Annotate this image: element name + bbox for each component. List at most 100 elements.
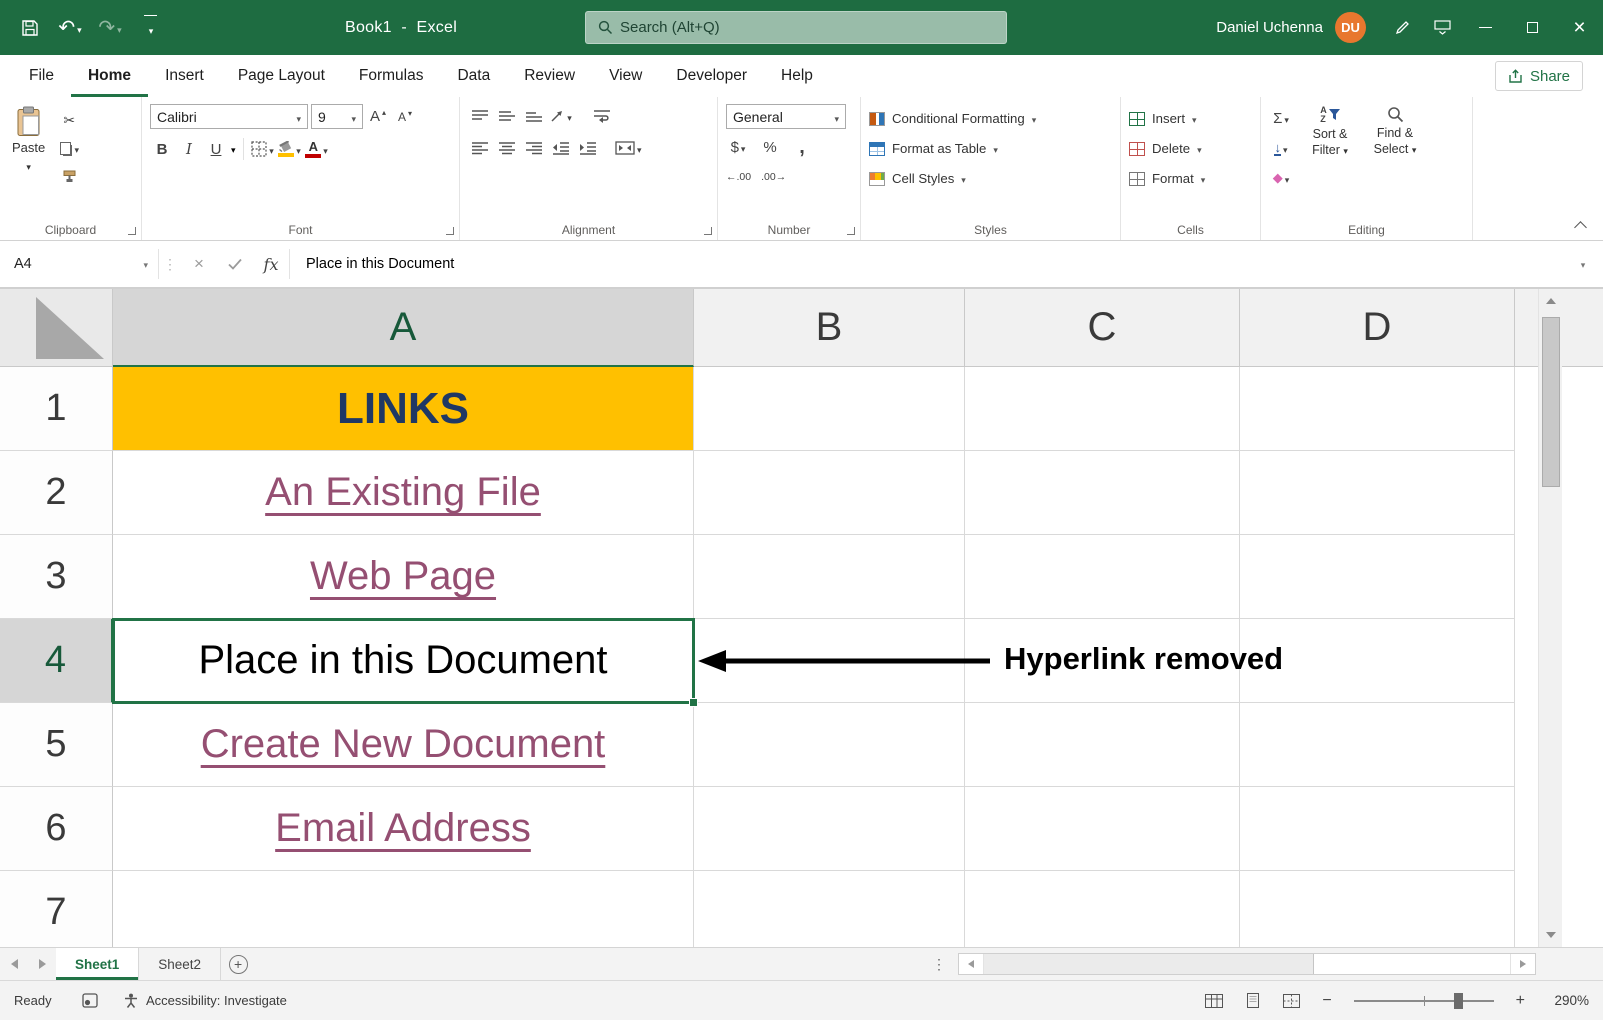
cell-D7[interactable] — [1240, 871, 1515, 947]
cell-D5[interactable] — [1240, 703, 1515, 787]
row-header-6[interactable]: 6 — [0, 787, 113, 871]
underline-dropdown[interactable] — [231, 140, 236, 158]
decrease-font-size-button[interactable]: A▾ — [393, 105, 417, 129]
italic-button[interactable]: I — [177, 137, 201, 161]
percent-style-button[interactable]: % — [758, 135, 782, 159]
clipboard-dialog-launcher[interactable] — [128, 227, 136, 235]
macro-record-button[interactable] — [82, 993, 98, 1008]
sort-filter-button[interactable]: AZ Sort & Filter — [1299, 104, 1361, 190]
font-size-select[interactable]: 9 — [311, 104, 363, 129]
cell-A4[interactable]: Place in this Document — [113, 619, 694, 703]
align-middle-button[interactable] — [495, 104, 519, 128]
cell-D3[interactable] — [1240, 535, 1515, 619]
align-center-button[interactable] — [495, 136, 519, 160]
zoom-slider[interactable] — [1354, 1000, 1494, 1002]
horizontal-scrollbar[interactable] — [958, 953, 1536, 975]
page-break-view-button[interactable] — [1283, 994, 1300, 1008]
undo-button[interactable]: ↶ — [50, 7, 90, 49]
cell-C1[interactable] — [965, 367, 1240, 451]
cell-C5[interactable] — [965, 703, 1240, 787]
cell-A7[interactable] — [113, 871, 694, 947]
cell-B6[interactable] — [694, 787, 965, 871]
ribbon-tab-insert[interactable]: Insert — [148, 55, 221, 97]
decrease-decimal-button[interactable]: .00→ — [761, 165, 786, 189]
cell-A2[interactable]: An Existing File — [113, 451, 694, 535]
redo-button[interactable]: ↷ — [90, 7, 130, 49]
copy-button[interactable] — [57, 136, 81, 160]
formula-bar-drag-handle[interactable]: ⋮ — [159, 241, 181, 287]
name-box-dropdown[interactable] — [143, 256, 148, 272]
cell-C6[interactable] — [965, 787, 1240, 871]
find-select-button[interactable]: Find & Select — [1367, 104, 1423, 190]
align-bottom-button[interactable] — [522, 104, 546, 128]
horizontal-scroll-track[interactable] — [984, 954, 1510, 974]
font-name-select[interactable]: Calibri — [150, 104, 308, 129]
bold-button[interactable]: B — [150, 137, 174, 161]
row-header-4[interactable]: 4 — [0, 619, 113, 703]
insert-function-button[interactable]: fx — [253, 241, 289, 287]
autosum-button[interactable]: Σ — [1269, 106, 1293, 130]
cell-B5[interactable] — [694, 703, 965, 787]
cell-styles-button[interactable]: Cell Styles — [869, 166, 1112, 191]
scroll-up-button[interactable] — [1539, 289, 1563, 313]
redo-dropdown[interactable] — [117, 16, 122, 39]
row-header-7[interactable]: 7 — [0, 871, 113, 947]
borders-button[interactable] — [251, 137, 275, 161]
row-header-3[interactable]: 3 — [0, 535, 113, 619]
scroll-right-button[interactable] — [1510, 954, 1535, 974]
cell-C3[interactable] — [965, 535, 1240, 619]
sheet-tab-sheet2[interactable]: Sheet2 — [139, 948, 221, 980]
row-header-2[interactable]: 2 — [0, 451, 113, 535]
ribbon-tab-data[interactable]: Data — [440, 55, 507, 97]
ribbon-tab-developer[interactable]: Developer — [659, 55, 764, 97]
align-top-button[interactable] — [468, 104, 492, 128]
clear-button[interactable]: ◆ — [1269, 166, 1293, 190]
ribbon-tab-help[interactable]: Help — [764, 55, 830, 97]
scroll-down-button[interactable] — [1539, 923, 1563, 947]
scroll-left-button[interactable] — [959, 954, 984, 974]
new-sheet-button[interactable]: + — [221, 948, 255, 980]
cell-A1[interactable]: LINKS — [113, 367, 694, 451]
horizontal-scroll-thumb[interactable] — [984, 954, 1314, 974]
number-format-select[interactable]: General — [726, 104, 846, 129]
delete-cells-button[interactable]: Delete — [1129, 136, 1252, 161]
search-box[interactable]: Search (Alt+Q) — [585, 11, 1007, 44]
maximize-button[interactable] — [1509, 0, 1556, 55]
page-layout-view-button[interactable] — [1245, 993, 1261, 1008]
cell-A6[interactable]: Email Address — [113, 787, 694, 871]
previous-sheet-button[interactable] — [0, 948, 28, 980]
merge-center-button[interactable] — [615, 136, 642, 160]
zoom-slider-thumb[interactable] — [1454, 993, 1463, 1009]
share-button[interactable]: Share — [1495, 61, 1583, 91]
paste-dropdown[interactable] — [26, 158, 31, 173]
orientation-button[interactable] — [549, 104, 573, 128]
column-header-b[interactable]: B — [694, 289, 965, 367]
accounting-format-button[interactable]: $ — [726, 135, 750, 159]
cell-B1[interactable] — [694, 367, 965, 451]
undo-dropdown[interactable] — [77, 16, 82, 39]
font-dialog-launcher[interactable] — [446, 227, 454, 235]
formula-input[interactable]: Place in this Document — [290, 241, 1563, 287]
save-button[interactable] — [10, 7, 50, 49]
column-header-c[interactable]: C — [965, 289, 1240, 367]
select-all-corner[interactable] — [0, 289, 113, 367]
increase-decimal-button[interactable]: ←.00 — [726, 165, 751, 189]
cell-D2[interactable] — [1240, 451, 1515, 535]
comma-style-button[interactable]: , — [790, 135, 814, 159]
cell-D6[interactable] — [1240, 787, 1515, 871]
ribbon-tab-page-layout[interactable]: Page Layout — [221, 55, 342, 97]
cell-C7[interactable] — [965, 871, 1240, 947]
accessibility-status[interactable]: Accessibility: Investigate — [124, 993, 287, 1008]
format-as-table-button[interactable]: Format as Table — [869, 136, 1112, 161]
cell-D1[interactable] — [1240, 367, 1515, 451]
user-avatar[interactable]: DU — [1335, 12, 1366, 43]
ribbon-tab-review[interactable]: Review — [507, 55, 592, 97]
cancel-button[interactable]: × — [181, 241, 217, 287]
number-dialog-launcher[interactable] — [847, 227, 855, 235]
cell-A5[interactable]: Create New Document — [113, 703, 694, 787]
vertical-scrollbar[interactable] — [1538, 289, 1562, 947]
close-button[interactable]: × — [1556, 0, 1603, 55]
collapse-ribbon-button[interactable] — [1574, 221, 1587, 234]
enter-button[interactable] — [217, 241, 253, 287]
fill-button[interactable]: ↓ — [1269, 136, 1293, 160]
